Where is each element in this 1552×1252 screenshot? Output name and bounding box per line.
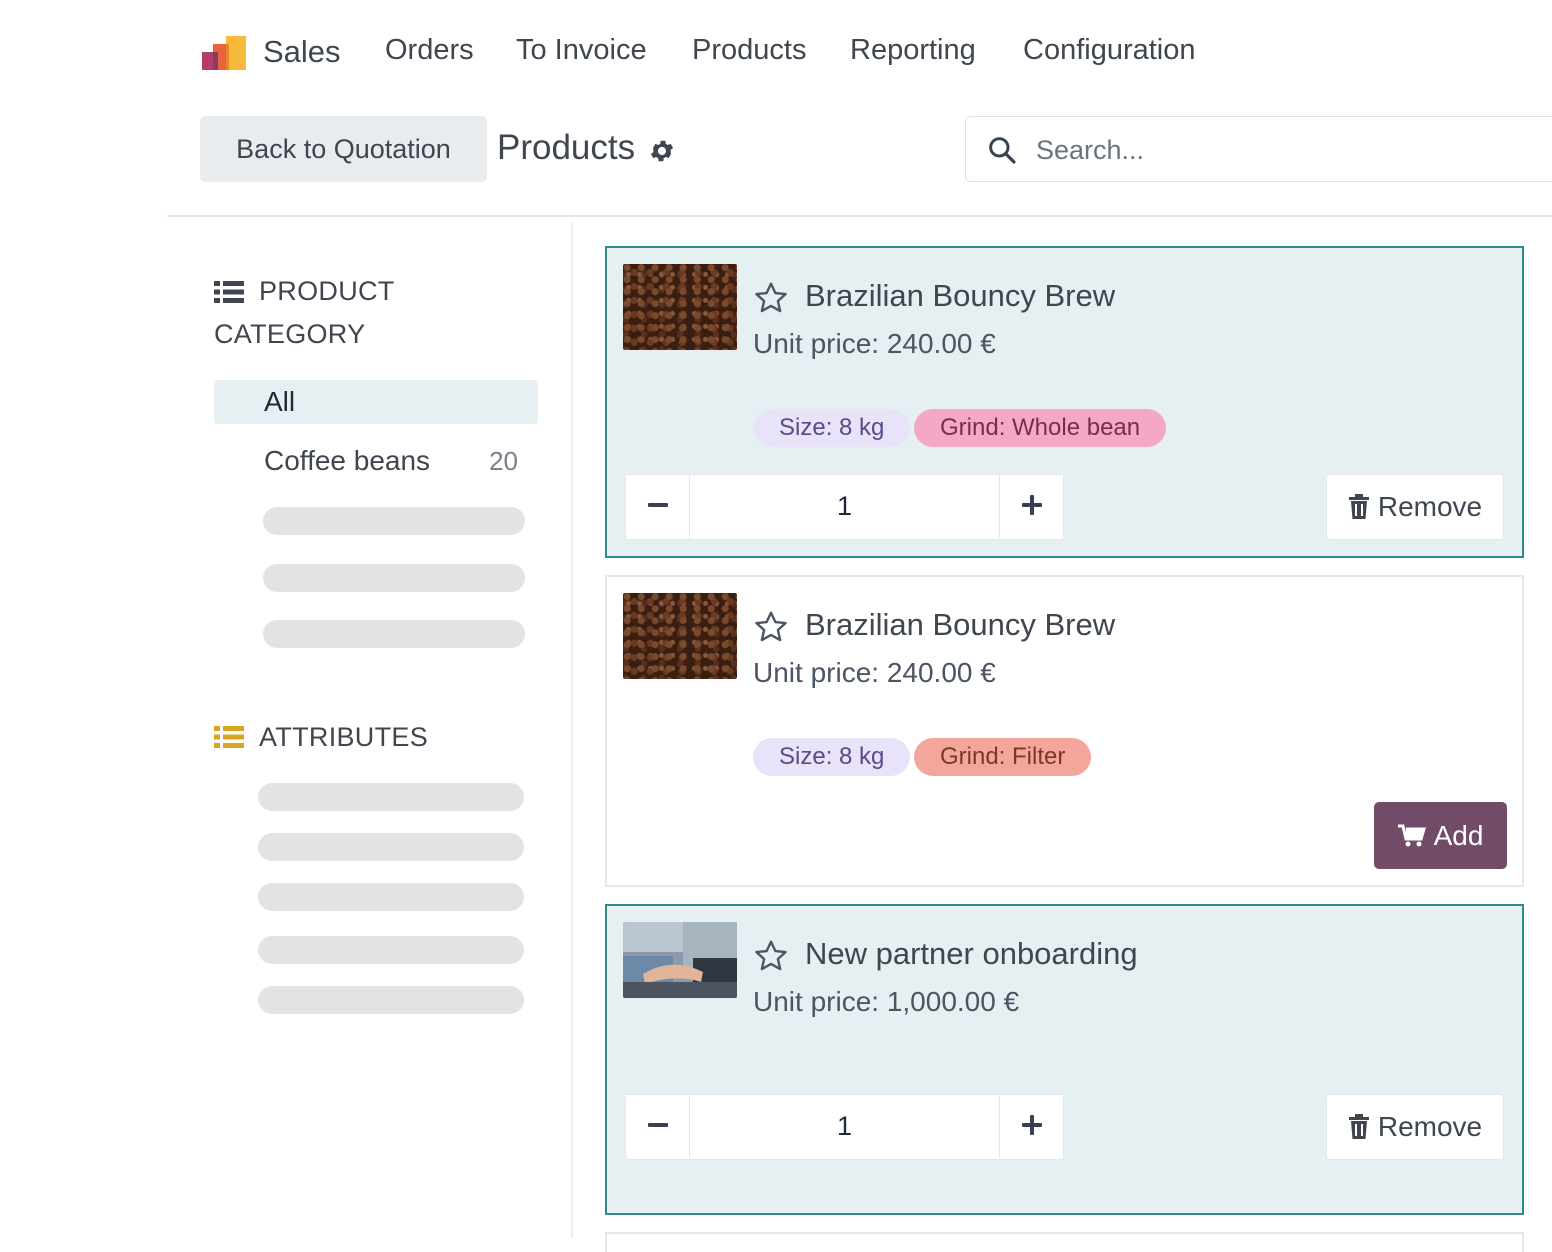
minus-icon (647, 1123, 668, 1127)
minus-icon (647, 503, 668, 507)
remove-label: Remove (1377, 1111, 1483, 1142)
remove-button[interactable]: Remove (1326, 474, 1504, 540)
grind-tag: Grind: Filter (914, 738, 1092, 776)
back-to-quotation-button[interactable]: Back to Quotation (200, 116, 487, 182)
quantity-stepper (625, 474, 1064, 540)
search-input[interactable] (1034, 127, 1538, 173)
product-name: Brazilian Bouncy Brew (805, 278, 1116, 313)
size-tag: Size: 8 kg (753, 409, 911, 447)
attributes-heading: ATTRIBUTES (259, 722, 429, 752)
decrease-quantity-button[interactable] (626, 1095, 690, 1158)
increase-quantity-button[interactable] (999, 1095, 1063, 1158)
product-image (623, 593, 737, 679)
cart-icon (1397, 824, 1426, 846)
nav-to-invoice[interactable]: To Invoice (516, 34, 647, 67)
quantity-input[interactable] (692, 475, 997, 538)
trash-icon (1348, 1114, 1369, 1139)
trash-icon (1348, 494, 1369, 519)
quantity-input[interactable] (692, 1095, 997, 1158)
nav-configuration[interactable]: Configuration (1023, 34, 1196, 67)
product-card[interactable]: Brazilian Bouncy Brew Unit price: 240.00… (605, 246, 1524, 558)
product-price: Unit price: 240.00 € (753, 657, 996, 688)
nav-orders[interactable]: Orders (385, 34, 474, 67)
sidebar-divider (571, 222, 573, 1238)
star-icon[interactable] (753, 280, 789, 316)
increase-quantity-button[interactable] (999, 475, 1063, 538)
category-coffee-beans[interactable]: Coffee beans 20 (214, 440, 538, 484)
category-label: All (264, 386, 296, 417)
list-icon (214, 281, 244, 303)
decrease-quantity-button[interactable] (626, 475, 690, 538)
product-name: Brazilian Bouncy Brew (805, 607, 1116, 642)
quantity-stepper (625, 1094, 1064, 1160)
grind-tag: Grind: Whole bean (914, 409, 1167, 447)
loading-placeholder (263, 507, 525, 535)
top-navbar: Sales Orders To Invoice Products Reporti… (0, 0, 1552, 100)
category-count: 20 (489, 446, 518, 476)
nav-products[interactable]: Products (692, 34, 806, 67)
search-icon[interactable] (986, 134, 1018, 166)
product-card[interactable]: New partner onboarding Unit price: 1,000… (605, 904, 1524, 1215)
app-name[interactable]: Sales (263, 34, 341, 70)
category-label: Coffee beans (264, 445, 431, 476)
plus-icon (1021, 1115, 1042, 1135)
star-icon[interactable] (753, 938, 789, 974)
product-image (623, 264, 737, 350)
plus-icon (1021, 495, 1042, 515)
product-image (623, 922, 737, 998)
header-divider (167, 215, 1552, 217)
loading-placeholder (258, 936, 524, 964)
product-card[interactable]: Brazilian Bouncy Brew Unit price: 240.00… (605, 575, 1524, 887)
product-category-heading-line2: CATEGORY (214, 319, 366, 349)
gear-icon[interactable] (648, 137, 676, 165)
loading-placeholder (258, 986, 524, 1014)
loading-placeholder (263, 564, 525, 592)
search-bar (965, 116, 1552, 182)
product-name: New partner onboarding (805, 936, 1138, 971)
product-price: Unit price: 240.00 € (753, 328, 996, 359)
loading-placeholder (258, 883, 524, 911)
loading-placeholder (258, 833, 524, 861)
star-icon[interactable] (753, 609, 789, 645)
page-title: Products (497, 128, 636, 167)
size-tag: Size: 8 kg (753, 738, 911, 776)
product-card[interactable] (605, 1232, 1524, 1252)
product-price: Unit price: 1,000.00 € (753, 986, 1020, 1017)
product-category-heading: PRODUCT (259, 276, 395, 306)
loading-placeholder (263, 620, 525, 648)
add-button[interactable]: Add (1374, 802, 1507, 869)
remove-label: Remove (1377, 491, 1483, 522)
category-all[interactable]: All (214, 380, 538, 424)
nav-reporting[interactable]: Reporting (850, 34, 976, 67)
sales-logo-icon[interactable] (200, 36, 248, 72)
add-label: Add (1433, 819, 1484, 851)
loading-placeholder (258, 783, 524, 811)
list-icon (214, 726, 244, 748)
remove-button[interactable]: Remove (1326, 1094, 1504, 1160)
